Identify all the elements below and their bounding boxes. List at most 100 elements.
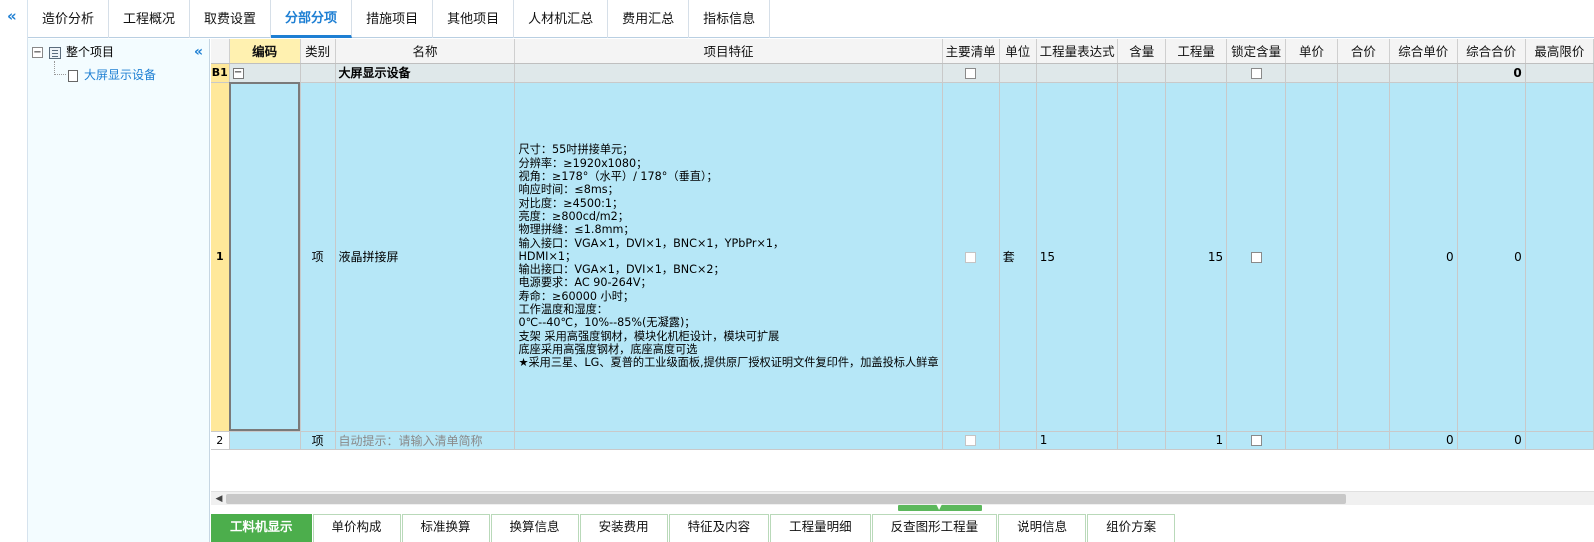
cell-main-list[interactable]	[942, 431, 1000, 450]
cell-unit-price[interactable]	[1285, 63, 1338, 83]
cell-content[interactable]	[1117, 431, 1167, 450]
cell-feature[interactable]	[514, 431, 943, 450]
tree-node-root[interactable]: − 整个项目	[32, 42, 114, 62]
col-header-name[interactable]: 名称	[335, 39, 516, 64]
cell-main-list[interactable]	[942, 63, 1000, 83]
cell-composite-total[interactable]: 0	[1457, 431, 1526, 450]
cell-type[interactable]	[300, 63, 336, 83]
cell-locked-content[interactable]	[1226, 82, 1287, 432]
locked-content-checkbox[interactable]	[1250, 435, 1262, 446]
cell-total-price[interactable]	[1337, 82, 1390, 432]
cell-unit[interactable]	[999, 63, 1037, 83]
main-list-checkbox[interactable]	[965, 251, 977, 263]
cell-quantity[interactable]: 15	[1165, 82, 1228, 432]
col-header-max-price[interactable]: 最高限价	[1525, 39, 1594, 64]
cell-name-hint[interactable]: 自动提示：请输入清单简称	[335, 431, 516, 450]
cell-expression[interactable]: 1	[1036, 431, 1119, 450]
btab-standard-conversion[interactable]: 标准换算	[401, 514, 490, 542]
cell-composite-unit-price[interactable]: 0	[1389, 431, 1458, 450]
horizontal-scrollbar[interactable]: ◀	[211, 491, 1594, 505]
col-header-content[interactable]: 含量	[1117, 39, 1167, 64]
cell-name[interactable]: 大屏显示设备	[335, 63, 516, 83]
cell-max-price[interactable]	[1525, 82, 1594, 432]
col-header-main-list[interactable]: 主要清单	[942, 39, 1000, 64]
collapse-left-icon[interactable]: «	[7, 9, 17, 24]
cell-content[interactable]	[1117, 63, 1167, 83]
cell-expression[interactable]: 15	[1036, 82, 1119, 432]
scrollbar-thumb[interactable]	[226, 494, 1346, 504]
btab-description[interactable]: 说明信息	[998, 514, 1087, 542]
cell-quantity[interactable]: 1	[1165, 431, 1228, 450]
collapse-tree-icon[interactable]: «	[194, 44, 203, 60]
tree-toggle-icon[interactable]: −	[32, 47, 43, 58]
col-header-total-price[interactable]: 合价	[1337, 39, 1390, 64]
cell-composite-unit-price[interactable]: 0	[1389, 82, 1458, 432]
cell-composite-total[interactable]: 0	[1457, 63, 1526, 83]
tab-project-overview[interactable]: 工程概况	[109, 0, 191, 38]
table-row[interactable]: 2 项 自动提示：请输入清单简称 1 1 0 0	[211, 431, 1594, 450]
tab-cost-analysis[interactable]: 造价分析	[28, 0, 110, 38]
btab-features-content[interactable]: 特征及内容	[668, 514, 770, 542]
feature-line: 输入接口：VGA×1，DVI×1，BNC×1，YPbPr×1，	[518, 236, 785, 250]
tree-node-large-screen[interactable]: 大屏显示设备	[68, 65, 156, 85]
cell-main-list[interactable]	[942, 82, 1000, 432]
tab-fee-summary[interactable]: 费用汇总	[608, 0, 690, 38]
cell-unit[interactable]	[999, 431, 1037, 450]
col-header-unit-price[interactable]: 单价	[1285, 39, 1338, 64]
btab-pricing-scheme[interactable]: 组价方案	[1087, 514, 1176, 542]
main-list-checkbox[interactable]	[965, 67, 977, 79]
col-header-composite-unit-price[interactable]: 综合单价	[1389, 39, 1458, 64]
cell-expression[interactable]	[1036, 63, 1119, 83]
panel-splitter[interactable]: ▼	[898, 502, 982, 511]
col-header-unit[interactable]: 单位	[999, 39, 1037, 64]
btab-quantity-detail[interactable]: 工程量明细	[770, 514, 871, 542]
cell-max-price[interactable]	[1525, 63, 1594, 83]
cell-composite-total[interactable]: 0	[1457, 82, 1526, 432]
main-list-checkbox[interactable]	[965, 435, 977, 446]
cell-composite-unit-price[interactable]	[1389, 63, 1458, 83]
col-header-composite-total[interactable]: 综合合价	[1457, 39, 1526, 64]
btab-reverse-graphic-quantity[interactable]: 反查图形工程量	[871, 514, 998, 542]
section-collapse-icon[interactable]: −	[232, 67, 244, 79]
cell-quantity[interactable]	[1165, 63, 1228, 83]
cell-type[interactable]: 项	[300, 431, 336, 450]
col-header-feature[interactable]: 项目特征	[514, 39, 943, 64]
cell-total-price[interactable]	[1337, 63, 1390, 83]
cell-unit[interactable]: 套	[999, 82, 1037, 432]
cell-content[interactable]	[1117, 82, 1167, 432]
scroll-left-icon[interactable]: ◀	[213, 493, 225, 505]
cell-type[interactable]: 项	[300, 82, 336, 432]
tab-measures[interactable]: 措施项目	[352, 0, 434, 38]
col-header-locked-content[interactable]: 锁定含量	[1226, 39, 1287, 64]
cell-unit-price[interactable]	[1285, 82, 1338, 432]
col-header-quantity[interactable]: 工程量	[1165, 39, 1228, 64]
table-row[interactable]: 1 项 液晶拼接屏 尺寸：55吋拼接单元； 分辨率：≥1920x1080； 视角：≥…	[211, 82, 1594, 432]
tab-fee-settings[interactable]: 取费设置	[190, 0, 272, 38]
locked-content-checkbox[interactable]	[1250, 67, 1262, 79]
locked-content-checkbox[interactable]	[1250, 251, 1262, 263]
col-header-code[interactable]: 编码	[229, 39, 301, 64]
tab-index-info[interactable]: 指标信息	[689, 0, 771, 38]
btab-unit-price-composition[interactable]: 单价构成	[312, 514, 401, 542]
bill-items-grid: 编码 类别 名称 项目特征 主要清单 单位 工程量表达式 含量 工程量 锁定含量…	[211, 39, 1594, 451]
col-header-type[interactable]: 类别	[300, 39, 336, 64]
cell-feature[interactable]	[514, 63, 943, 83]
cell-locked-content[interactable]	[1226, 431, 1287, 450]
cell-code[interactable]	[229, 82, 301, 432]
btab-installation-fee[interactable]: 安装费用	[579, 514, 668, 542]
tab-other-items[interactable]: 其他项目	[433, 0, 515, 38]
cell-code[interactable]	[229, 431, 301, 450]
tab-sub-items[interactable]: 分部分项	[271, 0, 353, 38]
tab-labor-material-summary[interactable]: 人材机汇总	[514, 0, 609, 38]
cell-name[interactable]: 液晶拼接屏	[335, 82, 516, 432]
cell-feature[interactable]: 尺寸：55吋拼接单元； 分辨率：≥1920x1080； 视角：≥178°（水平）/ …	[514, 82, 943, 432]
cell-total-price[interactable]	[1337, 431, 1390, 450]
col-header-expression[interactable]: 工程量表达式	[1036, 39, 1119, 64]
table-row-section[interactable]: B1 − 大屏显示设备 0	[211, 63, 1594, 83]
cell-max-price[interactable]	[1525, 431, 1594, 450]
cell-locked-content[interactable]	[1226, 63, 1287, 83]
btab-conversion-info[interactable]: 换算信息	[490, 514, 579, 542]
cell-code[interactable]: −	[229, 63, 301, 83]
cell-unit-price[interactable]	[1285, 431, 1338, 450]
btab-labor-material[interactable]: 工料机显示	[211, 514, 312, 542]
